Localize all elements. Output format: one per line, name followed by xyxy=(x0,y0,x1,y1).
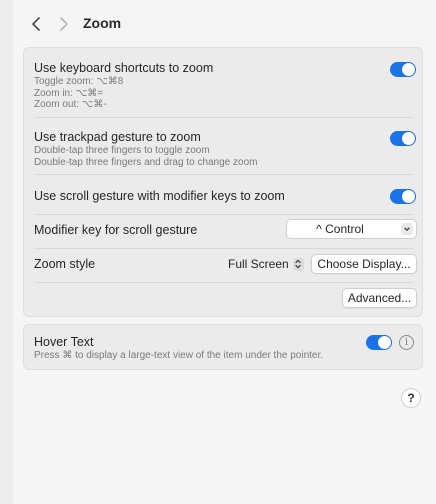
trackpad-gesture-title: Use trackpad gesture to zoom xyxy=(34,130,201,144)
divider xyxy=(34,248,414,249)
hover-text-toggle[interactable] xyxy=(366,335,392,350)
hover-text-subtitle: Press ⌘ to display a large-text view of … xyxy=(34,350,324,361)
page-title: Zoom xyxy=(83,15,122,31)
toggle-knob xyxy=(402,63,415,76)
scroll-gesture-row: Use scroll gesture with modifier keys to… xyxy=(34,188,414,204)
modifier-key-value: ^ Control xyxy=(316,222,364,236)
up-down-chevron-icon xyxy=(292,257,304,271)
scroll-gesture-toggle[interactable] xyxy=(390,189,416,204)
toggle-knob xyxy=(378,336,391,349)
divider xyxy=(34,282,414,283)
zoom-style-select[interactable]: Full Screen xyxy=(228,254,304,274)
chevron-down-icon xyxy=(401,223,413,235)
keyboard-shortcut-toggle-line: Toggle zoom: ⌥⌘8 xyxy=(34,76,124,87)
toggle-knob xyxy=(402,190,415,203)
divider xyxy=(34,214,414,215)
divider xyxy=(34,117,414,118)
chevron-left-icon xyxy=(32,17,40,31)
settings-window: Zoom Use keyboard shortcuts to zoom Togg… xyxy=(13,0,436,504)
help-button[interactable]: ? xyxy=(401,388,421,408)
trackpad-gesture-line-2: Double-tap three fingers and drag to cha… xyxy=(34,156,258,168)
keyboard-shortcut-zoom-in-line: Zoom in: ⌥⌘= xyxy=(34,87,104,99)
zoom-style-value: Full Screen xyxy=(228,257,289,271)
info-icon[interactable]: i xyxy=(399,335,414,350)
back-button[interactable] xyxy=(25,13,47,35)
trackpad-gesture-toggle[interactable] xyxy=(390,131,416,146)
toggle-knob xyxy=(402,132,415,145)
toolbar: Zoom xyxy=(13,0,436,50)
hover-text-title: Hover Text xyxy=(34,335,94,349)
keyboard-shortcuts-title: Use keyboard shortcuts to zoom xyxy=(34,61,214,75)
zoom-style-label: Zoom style xyxy=(34,257,96,271)
hover-text-panel: Hover Text Press ⌘ to display a large-te… xyxy=(23,324,423,370)
zoom-settings-panel: Use keyboard shortcuts to zoom Toggle zo… xyxy=(23,47,423,317)
divider xyxy=(34,174,414,175)
hover-text-row: Hover Text Press ⌘ to display a large-te… xyxy=(34,334,374,362)
zoom-style-row: Zoom style xyxy=(34,256,154,272)
chevron-right-icon xyxy=(60,17,68,31)
forward-button[interactable] xyxy=(53,13,75,35)
keyboard-shortcut-zoom-out-line: Zoom out: ⌥⌘- xyxy=(34,99,107,110)
advanced-button[interactable]: Advanced... xyxy=(342,288,417,308)
choose-display-button[interactable]: Choose Display... xyxy=(311,254,417,274)
trackpad-gesture-line-1: Double-tap three fingers to toggle zoom xyxy=(34,145,210,156)
modifier-key-select[interactable]: ^ Control xyxy=(286,219,417,239)
keyboard-shortcuts-row: Use keyboard shortcuts to zoom Toggle zo… xyxy=(34,60,414,111)
keyboard-shortcuts-toggle[interactable] xyxy=(390,62,416,77)
scroll-gesture-title: Use scroll gesture with modifier keys to… xyxy=(34,189,285,203)
trackpad-gesture-row: Use trackpad gesture to zoom Double-tap … xyxy=(34,129,414,168)
